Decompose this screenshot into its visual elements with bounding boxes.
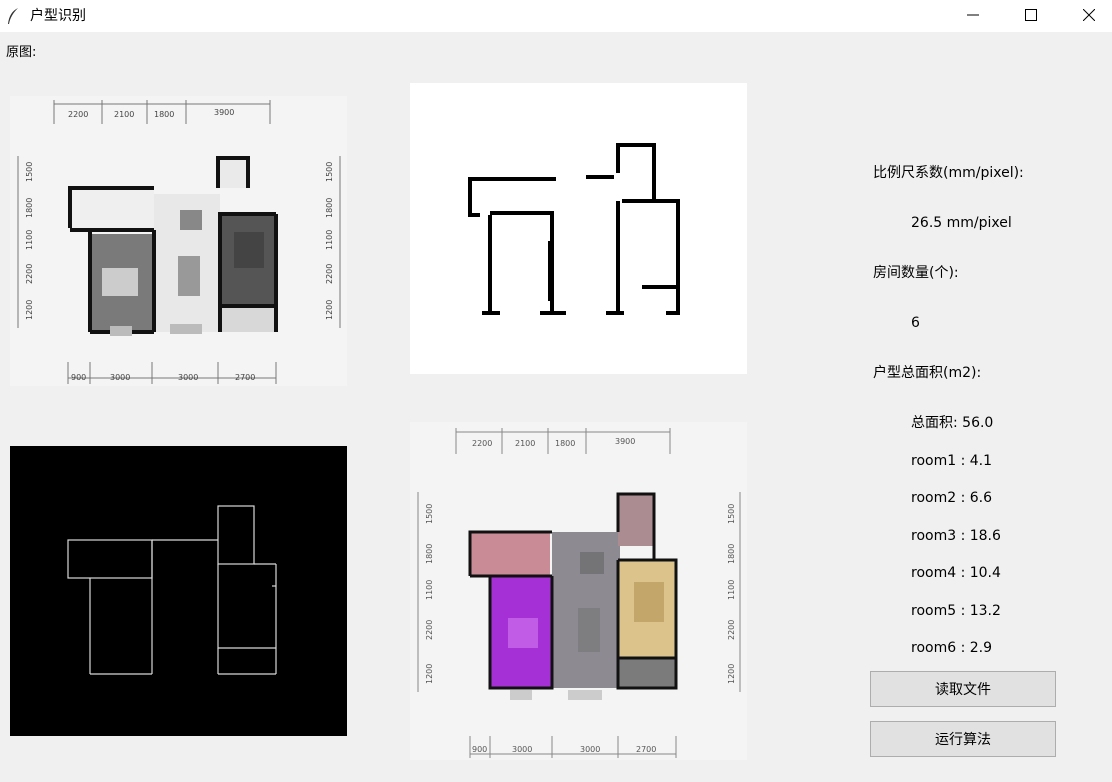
maximize-icon: [1025, 9, 1037, 21]
room-segmentation-image: 2200 2100 1800 3900 900 3000 3000 2700 1…: [410, 422, 747, 760]
edge-detection-image: [10, 446, 347, 736]
edge-drawing: [67, 505, 277, 675]
segmentation-drawing: 2200 2100 1800 3900 900 3000 3000 2700 1…: [417, 428, 741, 758]
maximize-button[interactable]: [1008, 0, 1054, 30]
room-count-label: 房间数量(个):: [873, 265, 959, 281]
room-area-2: room2 : 6.6: [911, 490, 993, 506]
seg-dim-left-4: 2200: [425, 620, 434, 640]
close-icon: [1083, 9, 1095, 21]
dim-top-3: 1800: [154, 110, 174, 119]
minimize-button[interactable]: [950, 0, 996, 30]
run-algorithm-button[interactable]: 运行算法: [870, 721, 1056, 757]
seg-dim-top-3: 1800: [555, 439, 575, 448]
close-button[interactable]: [1066, 0, 1112, 30]
title-bar: 户型识别: [0, 0, 1112, 32]
dim-bottom-2: 3000: [110, 373, 130, 382]
seg-dim-bottom-2: 3000: [512, 745, 532, 754]
total-area-label: 户型总面积(m2):: [873, 365, 982, 381]
dim-bottom-1: 900: [71, 373, 86, 382]
room-count-value: 6: [911, 315, 920, 331]
dim-right-2: 1800: [325, 198, 334, 218]
dim-left-5: 1200: [25, 300, 34, 320]
seg-dim-left-5: 1200: [425, 664, 434, 684]
dim-top-1: 2200: [68, 110, 88, 119]
dim-left-3: 1100: [25, 230, 34, 250]
seg-dim-bottom-4: 2700: [636, 745, 656, 754]
room-region-6: [618, 658, 676, 688]
dim-bottom-4: 2700: [235, 373, 255, 382]
seg-dim-right-3: 1100: [727, 580, 736, 600]
seg-dim-right-4: 2200: [727, 620, 736, 640]
seg-dim-bottom-3: 3000: [580, 745, 600, 754]
seg-dim-right-2: 1800: [727, 544, 736, 564]
minimize-icon: [967, 14, 979, 16]
room-area-1: room1 : 4.1: [911, 453, 993, 469]
dim-top-2: 2100: [114, 110, 134, 119]
dim-right-4: 2200: [325, 264, 334, 284]
dim-bottom-3: 3000: [178, 373, 198, 382]
seg-dim-top-2: 2100: [515, 439, 535, 448]
scale-label: 比例尺系数(mm/pixel):: [873, 165, 1024, 181]
room-area-6: room6 : 2.9: [911, 640, 993, 656]
seg-dim-bottom-1: 900: [472, 745, 487, 754]
seg-dim-right-1: 1500: [727, 504, 736, 524]
dim-left-1: 1500: [25, 162, 34, 182]
wall-drawing: [468, 143, 680, 315]
read-file-button[interactable]: 读取文件: [870, 671, 1056, 707]
dim-top-4: 3900: [214, 108, 234, 117]
dim-right-3: 1100: [325, 230, 334, 250]
seg-dim-left-3: 1100: [425, 580, 434, 600]
original-image-label: 原图:: [6, 45, 37, 60]
seg-dim-top-1: 2200: [472, 439, 492, 448]
room-region-1: [470, 532, 550, 576]
dim-left-4: 2200: [25, 264, 34, 284]
seg-dim-left-2: 1800: [425, 544, 434, 564]
room-area-3: room3 : 18.6: [911, 528, 1001, 544]
window-title: 户型识别: [30, 8, 86, 24]
dim-right-1: 1500: [325, 162, 334, 182]
feather-icon: [8, 8, 18, 24]
room-area-4: room4 : 10.4: [911, 565, 1001, 581]
seg-dim-top-4: 3900: [615, 437, 635, 446]
seg-dim-left-1: 1500: [425, 504, 434, 524]
scale-value: 26.5 mm/pixel: [911, 215, 1012, 231]
room-region-5: [618, 494, 654, 546]
dim-right-5: 1200: [325, 300, 334, 320]
room-area-5: room5 : 13.2: [911, 603, 1001, 619]
total-area-value: 总面积: 56.0: [911, 415, 994, 431]
dim-left-2: 1800: [25, 198, 34, 218]
floorplan-drawing: 2200 2100 1800 3900 900 3000 3000 2700 1…: [17, 100, 341, 384]
original-floorplan-image: 2200 2100 1800 3900 900 3000 3000 2700 1…: [10, 96, 347, 386]
wall-extraction-image: [410, 83, 747, 374]
seg-dim-right-5: 1200: [727, 664, 736, 684]
